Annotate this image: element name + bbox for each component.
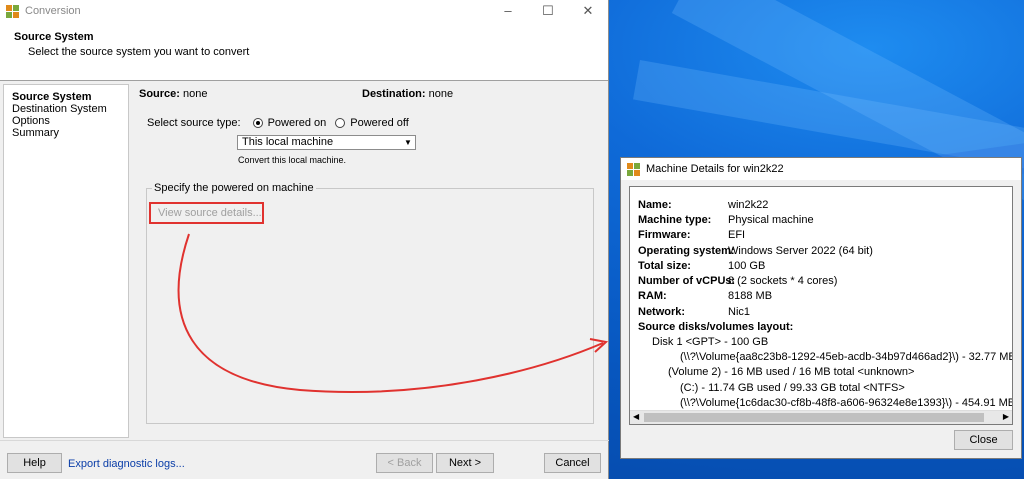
powered-on-radio[interactable] — [252, 118, 263, 128]
source-value: none — [183, 88, 208, 100]
view-source-details-label: View source details... — [158, 207, 262, 219]
detail-row: Operating system: Windows Server 2022 (64… — [638, 243, 1012, 258]
detail-key: RAM: — [638, 290, 667, 303]
wizard-content: Source: none Destination: none Select so… — [130, 84, 608, 444]
detail-value: 8188 MB — [728, 290, 773, 303]
converter-app-icon — [627, 162, 640, 176]
source-summary: Source: none — [139, 88, 208, 100]
detail-row: Total size: 100 GB — [638, 258, 1012, 273]
group-label: Specify the powered on machine — [152, 182, 316, 194]
detail-key: Network: — [638, 305, 686, 318]
wizard-footer: Help Export diagnostic logs... < Back Ne… — [0, 440, 609, 479]
powered-off-label[interactable]: Powered off — [350, 117, 409, 129]
nav-step-options[interactable]: Options — [12, 115, 128, 127]
back-button[interactable]: < Back — [376, 453, 433, 473]
detail-row: Network: Nic1 — [638, 304, 1012, 319]
page-title: Source System — [14, 31, 94, 43]
detail-value: Windows Server 2022 (64 bit) — [728, 244, 873, 257]
detail-key: Operating system: — [638, 244, 735, 257]
detail-row: Number of vCPUs: 8 (2 sockets * 4 cores) — [638, 273, 1012, 288]
help-button[interactable]: Help — [7, 453, 62, 473]
close-button[interactable]: Close — [954, 430, 1013, 450]
detail-value: EFI — [728, 229, 746, 242]
conversion-wizard-window: Conversion – ☐ ✕ Source System Select th… — [0, 0, 609, 479]
machine-details-dialog: Machine Details for win2k22 Name: win2k22… — [620, 157, 1022, 459]
export-diagnostic-logs-link[interactable]: Export diagnostic logs... — [68, 458, 185, 470]
powered-on-machine-group: Specify the powered on machine View sour… — [146, 182, 594, 424]
converter-app-icon — [6, 4, 19, 18]
machine-select-value: This local machine — [242, 136, 334, 148]
detail-row: Name: win2k22 — [638, 197, 1012, 212]
close-window-button[interactable]: ✕ — [568, 3, 608, 19]
detail-row: Source disks/volumes layout: — [638, 319, 1012, 334]
volume-entry: (\\?\Volume{1c6dac30-cf8b-48f8-a606-9632… — [680, 396, 1012, 409]
detail-row: Firmware: EFI — [638, 228, 1012, 243]
detail-value: 8 (2 sockets * 4 cores) — [728, 275, 838, 288]
source-label: Source: — [139, 88, 180, 100]
scroll-left-icon[interactable]: ◀ — [633, 412, 639, 421]
scrollbar-thumb[interactable] — [644, 413, 984, 422]
volume-entry: (\\?\Volume{aa8c23b8-1292-45eb-acdb-34b9… — [680, 350, 1012, 363]
cancel-button[interactable]: Cancel — [544, 453, 601, 473]
chevron-down-icon[interactable]: ▼ — [401, 136, 415, 149]
source-type-row: Select source type: Powered on Powered o… — [147, 117, 409, 129]
dialog-title: Machine Details for win2k22 — [646, 163, 784, 175]
nav-step-source-system[interactable]: Source System — [12, 91, 128, 103]
view-source-details-button[interactable]: View source details... — [149, 202, 264, 224]
source-type-label: Select source type: — [147, 117, 241, 129]
destination-label: Destination: — [362, 88, 426, 100]
nav-step-summary[interactable]: Summary — [12, 127, 128, 139]
destination-value: none — [428, 88, 454, 100]
minimize-button[interactable]: – — [488, 3, 528, 19]
detail-key: Name: — [638, 198, 672, 211]
nav-step-destination-system[interactable]: Destination System — [12, 103, 128, 115]
wizard-header: Source System Select the source system y… — [0, 22, 608, 81]
detail-value: win2k22 — [728, 198, 769, 211]
next-button[interactable]: Next > — [436, 453, 494, 473]
detail-value: Physical machine — [728, 213, 814, 226]
machine-details-panel[interactable]: Name: win2k22 Machine type: Physical machi… — [629, 186, 1013, 425]
maximize-button[interactable]: ☐ — [528, 3, 568, 19]
detail-value: Nic1 — [728, 305, 751, 318]
layout-label: Source disks/volumes layout: — [638, 321, 794, 334]
powered-off-radio[interactable] — [335, 118, 346, 128]
detail-key: Number of vCPUs: — [638, 275, 736, 288]
detail-row: Machine type: Physical machine — [638, 212, 1012, 227]
window-titlebar: Conversion – ☐ ✕ — [0, 0, 608, 22]
dialog-titlebar: Machine Details for win2k22 — [621, 158, 1021, 180]
destination-summary: Destination: none — [362, 88, 453, 100]
volume-entry: (C:) - 11.74 GB used / 99.33 GB total <N… — [680, 381, 905, 394]
machine-note: Convert this local machine. — [238, 155, 347, 165]
detail-value: 100 GB — [728, 259, 766, 272]
volume-entry: (Volume 2) - 16 MB used / 16 MB total <u… — [668, 366, 915, 379]
window-title: Conversion — [25, 5, 81, 17]
scroll-right-icon[interactable]: ▶ — [1003, 412, 1009, 421]
detail-row: RAM: 8188 MB — [638, 289, 1012, 304]
machine-select[interactable]: This local machine ▼ — [237, 135, 416, 150]
detail-key: Total size: — [638, 259, 691, 272]
detail-key: Firmware: — [638, 229, 691, 242]
page-subtitle: Select the source system you want to con… — [28, 46, 250, 58]
disk-entry: Disk 1 <GPT> - 100 GB — [652, 335, 769, 348]
horizontal-scrollbar[interactable]: ◀ ▶ — [630, 410, 1012, 424]
wizard-steps-nav: Source System Destination System Options… — [3, 84, 129, 438]
detail-key: Machine type: — [638, 213, 712, 226]
powered-on-label[interactable]: Powered on — [268, 117, 327, 129]
